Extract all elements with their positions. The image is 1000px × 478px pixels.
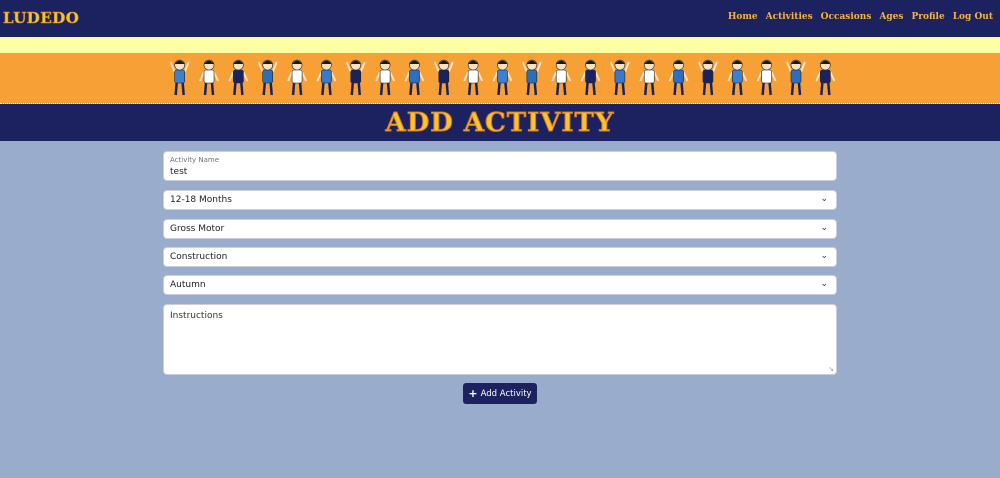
kid-figure bbox=[756, 59, 777, 96]
children-illustration bbox=[169, 59, 836, 96]
nav-home-link[interactable]: Home bbox=[728, 12, 758, 22]
kid-figure bbox=[345, 59, 366, 96]
nav-occasions-link[interactable]: Occasions bbox=[821, 12, 872, 22]
kid-figure bbox=[316, 59, 337, 96]
skill-select[interactable]: Gross Motor ⌄ bbox=[163, 219, 837, 239]
add-activity-button[interactable]: + Add Activity bbox=[463, 383, 537, 404]
kid-figure bbox=[668, 59, 689, 96]
brand-logo[interactable]: LUDEDO bbox=[3, 9, 79, 28]
kid-figure bbox=[433, 59, 454, 96]
kid-figure bbox=[492, 59, 513, 96]
kid-figure bbox=[169, 59, 190, 96]
activity-name-label: Activity Name bbox=[170, 156, 220, 164]
page-title: ADD ACTIVITY bbox=[385, 108, 615, 139]
kid-figure bbox=[375, 59, 396, 96]
kid-figure bbox=[551, 59, 572, 96]
kid-figure bbox=[698, 59, 718, 96]
activity-name-value: test bbox=[170, 167, 188, 177]
nav-ages-link[interactable]: Ages bbox=[879, 12, 903, 22]
kid-figure bbox=[639, 59, 660, 96]
kid-figure bbox=[521, 59, 542, 96]
kid-figure bbox=[463, 59, 484, 96]
season-select[interactable]: Autumn ⌄ bbox=[163, 275, 837, 295]
age-select[interactable]: 12-18 Months ⌄ bbox=[163, 190, 837, 210]
hero-banner bbox=[0, 53, 1000, 104]
nav-profile-link[interactable]: Profile bbox=[911, 12, 944, 22]
activity-name-field[interactable]: Activity Name test bbox=[163, 151, 837, 181]
kid-figure bbox=[815, 59, 836, 96]
instructions-textarea[interactable]: Instructions ↘ bbox=[163, 304, 837, 375]
chevron-down-icon: ⌄ bbox=[820, 194, 828, 204]
kid-figure bbox=[609, 59, 630, 96]
resize-handle-icon[interactable]: ↘ bbox=[828, 365, 834, 373]
kid-figure bbox=[580, 59, 601, 96]
kid-figure bbox=[404, 59, 425, 96]
kid-figure bbox=[199, 59, 219, 96]
instructions-placeholder: Instructions bbox=[170, 311, 223, 321]
add-activity-label: Add Activity bbox=[480, 388, 532, 399]
nav-activities-link[interactable]: Activities bbox=[766, 12, 813, 22]
kid-figure bbox=[727, 59, 748, 96]
type-select[interactable]: Construction ⌄ bbox=[163, 247, 837, 267]
plus-icon: + bbox=[468, 387, 478, 400]
kid-figure bbox=[257, 59, 278, 96]
kid-figure bbox=[287, 59, 307, 96]
nav-links: Home Activities Occasions Ages Profile L… bbox=[728, 12, 993, 22]
season-select-value: Autumn bbox=[170, 280, 206, 290]
title-bar: ADD ACTIVITY bbox=[0, 104, 1000, 141]
nav-logout-link[interactable]: Log Out bbox=[953, 12, 993, 22]
kid-figure bbox=[228, 59, 249, 96]
kid-figure bbox=[786, 59, 806, 96]
chevron-down-icon: ⌄ bbox=[820, 223, 828, 233]
chevron-down-icon: ⌄ bbox=[820, 279, 828, 289]
type-select-value: Construction bbox=[170, 252, 228, 262]
top-navbar: LUDEDO Home Activities Occasions Ages Pr… bbox=[0, 0, 1000, 37]
yellow-strip bbox=[0, 37, 1000, 53]
age-select-value: 12-18 Months bbox=[170, 195, 232, 205]
chevron-down-icon: ⌄ bbox=[820, 251, 828, 261]
skill-select-value: Gross Motor bbox=[170, 224, 225, 234]
